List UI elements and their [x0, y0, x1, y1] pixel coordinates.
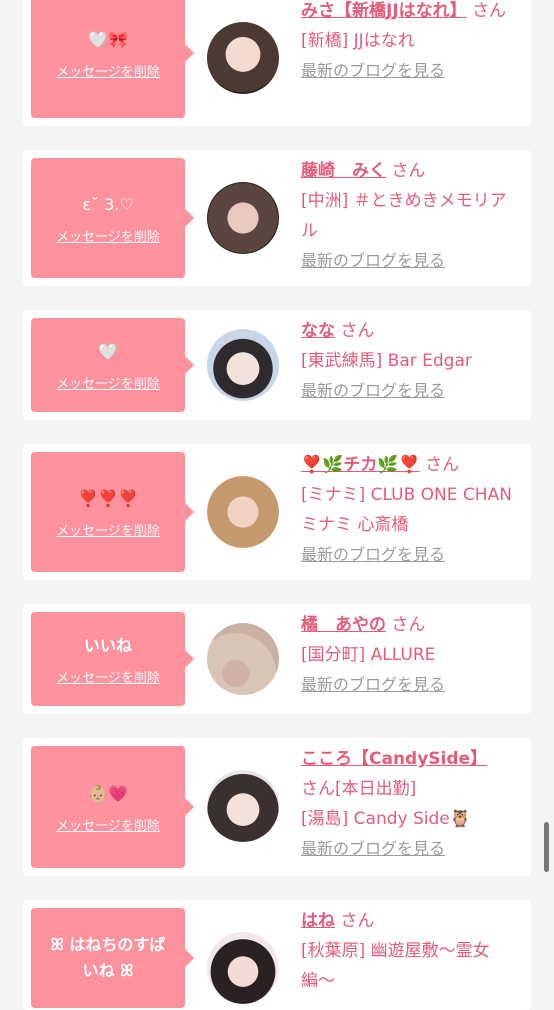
shop-label: [秋葉原] 幽遊屋敷〜霊女編〜 — [301, 941, 490, 991]
profile-name-link[interactable]: なな — [301, 321, 335, 341]
avatar[interactable] — [207, 182, 279, 254]
profile-name-link[interactable]: はね — [301, 911, 335, 931]
profile-name-link[interactable]: 藤崎 みく — [301, 161, 386, 181]
latest-blog-link[interactable]: 最新のブログを見る — [301, 376, 523, 406]
latest-blog-link[interactable]: 最新のブログを見る — [301, 246, 523, 276]
delete-message-link[interactable]: メッセージを削除 — [56, 815, 160, 834]
message-bubble: いいね メッセージを削除 — [31, 612, 194, 706]
avatar[interactable] — [207, 770, 279, 842]
message-text: 👶🏼💗 — [88, 783, 128, 803]
message-card: いいね メッセージを削除 橘 あやの さん [国分町] ALLURE 最新のブロ… — [23, 604, 531, 714]
latest-blog-link[interactable]: 最新のブログを見る — [301, 834, 523, 864]
profile-info: 橘 あやの さん [国分町] ALLURE 最新のブログを見る — [301, 610, 523, 700]
avatar[interactable] — [207, 932, 279, 1004]
message-card: ꕤ はねちのすばいね ꕤ はね さん [秋葉原] 幽遊屋敷〜霊女編〜 — [23, 900, 531, 1010]
avatar[interactable] — [207, 22, 279, 94]
profile-name-link[interactable]: 橘 あやの — [301, 615, 386, 635]
message-card: 🤍🎀 メッセージを削除 みさ【新橋JJはなれ】 さん [新橋] JJはなれ 最新… — [23, 0, 531, 126]
message-text: いいね — [83, 635, 132, 655]
honorific: さん — [391, 615, 426, 635]
profile-name-link[interactable]: ❣️🌿チカ🌿❣️ — [301, 455, 420, 475]
message-bubble: ꕤ はねちのすばいね ꕤ — [31, 908, 194, 1008]
shop-label: [新橋] JJはなれ — [301, 31, 415, 51]
latest-blog-link[interactable]: 最新のブログを見る — [301, 670, 523, 700]
honorific: さん — [340, 321, 375, 341]
shop-label: [国分町] ALLURE — [301, 645, 436, 665]
honorific: さん — [340, 911, 375, 931]
profile-info: はね さん [秋葉原] 幽遊屋敷〜霊女編〜 — [301, 906, 523, 996]
shop-label: [中洲] ＃ときめきメモリアル — [301, 191, 507, 241]
message-card: 🤍 メッセージを削除 なな さん [東武練馬] Bar Edgar 最新のブログ… — [23, 310, 531, 420]
profile-info: 藤崎 みく さん [中洲] ＃ときめきメモリアル 最新のブログを見る — [301, 156, 523, 276]
message-text: ꕤ はねちのすばいね ꕤ — [50, 935, 166, 980]
message-bubble: 🤍🎀 メッセージを削除 — [31, 0, 194, 118]
message-text: 🤍🎀 — [88, 29, 128, 49]
message-text: ❣️❣️❣️ — [78, 488, 138, 508]
scrollbar[interactable] — [544, 822, 549, 872]
delete-message-link[interactable]: メッセージを削除 — [56, 520, 160, 539]
profile-info: ❣️🌿チカ🌿❣️ さん [ミナミ] CLUB ONE CHAN ミナミ 心斎橋 … — [301, 450, 523, 570]
honorific: さん — [391, 161, 426, 181]
message-text: ε˘ 3.♡ — [82, 194, 134, 214]
message-card: ε˘ 3.♡ メッセージを削除 藤崎 みく さん [中洲] ＃ときめきメモリアル… — [23, 150, 531, 286]
latest-blog-link[interactable]: 最新のブログを見る — [301, 56, 523, 86]
profile-name-link[interactable]: みさ【新橋JJはなれ】 — [301, 1, 467, 21]
message-text: 🤍 — [98, 341, 118, 361]
honorific: さん — [425, 455, 460, 475]
profile-info: みさ【新橋JJはなれ】 さん [新橋] JJはなれ 最新のブログを見る — [301, 0, 523, 86]
profile-info: こころ【CandySide】 さん[本日出勤] [湯島] Candy Side🦉… — [301, 744, 523, 864]
delete-message-link[interactable]: メッセージを削除 — [56, 226, 160, 245]
honorific: さん[本日出勤] — [301, 779, 417, 799]
delete-message-link[interactable]: メッセージを削除 — [56, 61, 160, 80]
profile-info: なな さん [東武練馬] Bar Edgar 最新のブログを見る — [301, 316, 523, 406]
shop-label: [湯島] Candy Side🦉 — [301, 809, 471, 829]
message-bubble: ε˘ 3.♡ メッセージを削除 — [31, 158, 194, 278]
message-bubble: 👶🏼💗 メッセージを削除 — [31, 746, 194, 868]
avatar[interactable] — [207, 623, 279, 695]
message-card: ❣️❣️❣️ メッセージを削除 ❣️🌿チカ🌿❣️ さん [ミナミ] CLUB O… — [23, 444, 531, 580]
message-bubble: 🤍 メッセージを削除 — [31, 318, 194, 412]
shop-label: [東武練馬] Bar Edgar — [301, 351, 472, 371]
avatar[interactable] — [207, 329, 279, 401]
avatar[interactable] — [207, 476, 279, 548]
message-bubble: ❣️❣️❣️ メッセージを削除 — [31, 452, 194, 572]
profile-name-link[interactable]: こころ【CandySide】 — [301, 749, 487, 769]
delete-message-link[interactable]: メッセージを削除 — [56, 667, 160, 686]
honorific: さん — [472, 1, 507, 21]
shop-label: [ミナミ] CLUB ONE CHAN ミナミ 心斎橋 — [301, 485, 512, 535]
delete-message-link[interactable]: メッセージを削除 — [56, 373, 160, 392]
latest-blog-link[interactable]: 最新のブログを見る — [301, 540, 523, 570]
message-card: 👶🏼💗 メッセージを削除 こころ【CandySide】 さん[本日出勤] [湯島… — [23, 738, 531, 876]
